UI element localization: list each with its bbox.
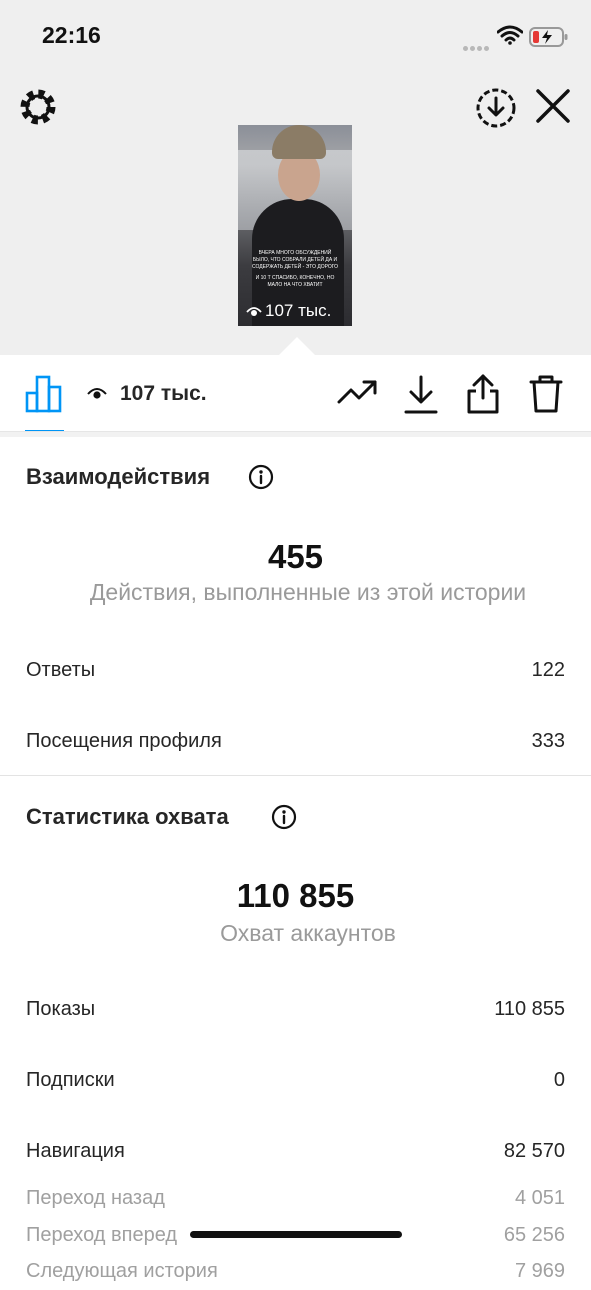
stat-row-profile-visits: Посещения профиля 333: [26, 730, 565, 760]
stat-row-replies: Ответы 122: [26, 659, 565, 689]
stat-row-forward: Переход вперед 65 256: [26, 1224, 565, 1254]
stat-row-back: Переход назад 4 051: [26, 1187, 565, 1217]
story-preview-area: 22:16 ВЧЕРА МНОГО ОБСУЖДЕНИЙ БЫЛО, ЧТО С: [0, 0, 591, 355]
interactions-caption: Действия, выполненные из этой истории: [89, 579, 527, 605]
save-story-icon[interactable]: [475, 87, 517, 129]
story-caption-line: БЫЛО, ЧТО СОБРАЛИ ДЕТЕЙ ДА И: [252, 257, 338, 263]
delete-trash-icon[interactable]: [529, 374, 563, 414]
story-caption-line: СОДЕРЖАТЬ ДЕТЕЙ - ЭТО ДОРОГО: [251, 264, 339, 270]
stat-value: 0: [553, 1069, 565, 1091]
stat-row-follows: Подписки 0: [26, 1069, 565, 1099]
story-caption-line: ВЧЕРА МНОГО ОБСУЖДЕНИЙ: [258, 250, 332, 256]
story-toolbar: 107 тыс.: [0, 355, 591, 433]
stat-label: Переход назад: [26, 1187, 165, 1209]
toolbar-divider: [0, 431, 591, 437]
stat-row-next-story: Следующая история 7 969: [26, 1260, 565, 1290]
reach-total: 110 855: [236, 877, 355, 914]
share-icon[interactable]: [466, 373, 500, 415]
interactions-total: 455: [267, 538, 324, 575]
insights-bar-chart-icon[interactable]: [25, 375, 63, 413]
close-icon[interactable]: [534, 87, 572, 125]
stat-value: 110 855: [494, 998, 565, 1020]
wifi-icon: [497, 25, 523, 45]
battery-icon: [529, 27, 568, 47]
story-caption-line: МАЛО НА ЧТО ХВАТИТ: [267, 282, 323, 288]
selected-story-pointer: [279, 337, 315, 355]
interactions-title: Взаимодействия: [26, 464, 211, 489]
info-icon[interactable]: [271, 804, 297, 830]
promote-trend-icon[interactable]: [337, 377, 379, 407]
stat-value: 4 051: [514, 1187, 565, 1209]
stat-row-impressions: Показы 110 855: [26, 998, 565, 1028]
reach-caption: Охват аккаунтов: [220, 920, 396, 946]
stat-label: Посещения профиля: [26, 730, 222, 752]
story-caption-line: И 10 Т СПАСИБО, КОНЕЧНО, НО: [255, 275, 335, 281]
section-divider: [0, 775, 591, 776]
stat-label: Показы: [26, 998, 96, 1020]
info-icon[interactable]: [248, 464, 274, 490]
stat-value: 82 570: [503, 1140, 565, 1162]
stat-label: Ответы: [26, 659, 96, 681]
stat-label: Переход вперед: [26, 1224, 178, 1246]
stat-label: Подписки: [26, 1069, 115, 1091]
story-views-count: 107 тыс.: [265, 301, 332, 320]
views-count[interactable]: 107 тыс.: [120, 382, 207, 406]
eye-icon: [87, 388, 107, 399]
story-caption: ВЧЕРА МНОГО ОБСУЖДЕНИЙ БЫЛО, ЧТО СОБРАЛИ…: [244, 250, 346, 289]
reach-title: Статистика охвата: [26, 804, 229, 829]
status-time: 22:16: [42, 22, 101, 48]
person-cap: [272, 125, 326, 159]
home-indicator[interactable]: [190, 1231, 402, 1238]
stat-value: 122: [531, 659, 565, 681]
stat-row-navigation: Навигация 82 570: [26, 1140, 565, 1170]
eye-icon: [246, 307, 262, 316]
story-views-overlay: 107 тыс.: [246, 301, 331, 321]
stat-label: Навигация: [26, 1140, 125, 1162]
signal-icon: [463, 38, 491, 56]
download-icon[interactable]: [404, 375, 438, 415]
story-thumbnail[interactable]: ВЧЕРА МНОГО ОБСУЖДЕНИЙ БЫЛО, ЧТО СОБРАЛИ…: [238, 125, 352, 326]
stat-value: 65 256: [503, 1224, 565, 1246]
stat-value: 333: [531, 730, 565, 752]
gear-icon[interactable]: [19, 88, 57, 126]
